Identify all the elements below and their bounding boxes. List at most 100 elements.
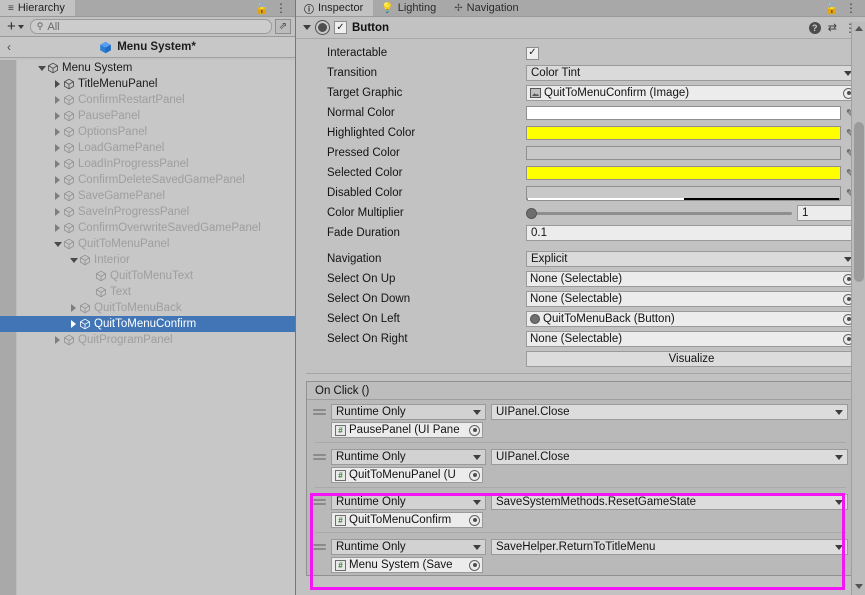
- event-mode-dropdown[interactable]: Runtime Only: [331, 449, 486, 465]
- color-multiplier-slider[interactable]: [526, 206, 792, 220]
- create-button[interactable]: +: [4, 19, 27, 35]
- event-object-field[interactable]: Menu System (Save: [331, 557, 483, 573]
- help-icon[interactable]: ?: [808, 21, 821, 34]
- hierarchy-item-loadinprogresspanel[interactable]: LoadInProgressPanel: [0, 156, 295, 172]
- expand-arrow-icon[interactable]: [55, 224, 60, 232]
- breadcrumb-back-button[interactable]: ‹: [7, 40, 11, 54]
- tab-navigation[interactable]: ✢ Navigation: [446, 0, 529, 16]
- event-mode-dropdown[interactable]: Runtime Only: [331, 494, 486, 510]
- hierarchy-item-quittomenupanel[interactable]: QuitToMenuPanel: [0, 236, 295, 252]
- event-function-dropdown[interactable]: SaveHelper.ReturnToTitleMenu: [491, 539, 848, 555]
- foldout-toggle[interactable]: [52, 336, 63, 344]
- drag-handle-icon[interactable]: [313, 544, 326, 550]
- hierarchy-item-interior[interactable]: Interior: [0, 252, 295, 268]
- foldout-toggle[interactable]: [52, 112, 63, 120]
- expand-arrow-icon[interactable]: [55, 336, 60, 344]
- object-picker-icon[interactable]: [469, 514, 480, 526]
- hierarchy-item-confirmdeletesavedgamepanel[interactable]: ConfirmDeleteSavedGamePanel: [0, 172, 295, 188]
- hierarchy-item-quittomenutext[interactable]: QuitToMenuText: [0, 268, 295, 284]
- expand-arrow-icon[interactable]: [55, 96, 60, 104]
- scroll-down-button[interactable]: [852, 580, 865, 593]
- target-graphic-object-field[interactable]: QuitToMenuConfirm (Image): [526, 85, 857, 101]
- hierarchy-item-pausepanel[interactable]: PausePanel: [0, 108, 295, 124]
- lock-open-icon[interactable]: 🔓: [255, 2, 269, 15]
- expand-arrow-icon[interactable]: [55, 112, 60, 120]
- hierarchy-item-loadgamepanel[interactable]: LoadGamePanel: [0, 140, 295, 156]
- expand-arrow-icon[interactable]: [55, 208, 60, 216]
- hierarchy-item-text[interactable]: Text: [0, 284, 295, 300]
- foldout-toggle[interactable]: [52, 192, 63, 200]
- expand-arrow-icon[interactable]: [55, 144, 60, 152]
- expand-arrow-icon[interactable]: [55, 160, 60, 168]
- foldout-toggle[interactable]: [68, 304, 79, 312]
- pressed-color-swatch[interactable]: [526, 146, 841, 160]
- hierarchy-item-savegamepanel[interactable]: SaveGamePanel: [0, 188, 295, 204]
- hierarchy-item-confirmrestartpanel[interactable]: ConfirmRestartPanel: [0, 92, 295, 108]
- kebab-menu-icon[interactable]: ⋮: [845, 2, 858, 14]
- open-in-new-icon[interactable]: ⇗: [275, 19, 291, 34]
- foldout-toggle[interactable]: [68, 257, 79, 263]
- event-function-dropdown[interactable]: SaveSystemMethods.ResetGameState: [491, 494, 848, 510]
- foldout-toggle[interactable]: [36, 65, 47, 71]
- foldout-toggle[interactable]: [52, 144, 63, 152]
- foldout-toggle[interactable]: [52, 160, 63, 168]
- kebab-menu-icon[interactable]: ⋮: [275, 2, 288, 14]
- expand-arrow-icon[interactable]: [55, 80, 60, 88]
- foldout-toggle[interactable]: [52, 176, 63, 184]
- collapse-arrow-icon[interactable]: [53, 241, 62, 247]
- selected-color-swatch[interactable]: [526, 166, 841, 180]
- tab-hierarchy[interactable]: ≡ Hierarchy: [0, 0, 75, 16]
- event-mode-dropdown[interactable]: Runtime Only: [331, 539, 486, 555]
- component-enabled-checkbox[interactable]: ✓: [334, 21, 347, 34]
- hierarchy-item-menu-system[interactable]: Menu System: [0, 60, 295, 76]
- hierarchy-item-quitprogrampanel[interactable]: QuitProgramPanel: [0, 332, 295, 348]
- select-on-right-object-field[interactable]: None (Selectable): [526, 331, 857, 347]
- chevron-down-icon[interactable]: [303, 25, 311, 30]
- event-object-field[interactable]: QuitToMenuPanel (U: [331, 467, 483, 483]
- event-object-field[interactable]: PausePanel (UI Pane: [331, 422, 483, 438]
- foldout-toggle[interactable]: [68, 320, 79, 328]
- expand-arrow-icon[interactable]: [71, 320, 76, 328]
- hierarchy-item-titlemenupanel[interactable]: TitleMenuPanel: [0, 76, 295, 92]
- disabled-color-swatch[interactable]: [526, 186, 841, 201]
- event-function-dropdown[interactable]: UIPanel.Close: [491, 449, 848, 465]
- tab-inspector[interactable]: ⓘ Inspector: [296, 0, 374, 16]
- event-function-dropdown[interactable]: UIPanel.Close: [491, 404, 848, 420]
- drag-handle-icon[interactable]: [313, 499, 326, 505]
- foldout-toggle[interactable]: [52, 128, 63, 136]
- collapse-arrow-icon[interactable]: [69, 257, 78, 263]
- drag-handle-icon[interactable]: [313, 454, 326, 460]
- preset-icon[interactable]: ⇄: [828, 21, 837, 34]
- hierarchy-item-optionspanel[interactable]: OptionsPanel: [0, 124, 295, 140]
- event-mode-dropdown[interactable]: Runtime Only: [331, 404, 486, 420]
- interactable-checkbox[interactable]: ✓: [526, 46, 539, 60]
- visualize-button[interactable]: Visualize: [526, 351, 857, 367]
- normal-color-swatch[interactable]: [526, 106, 841, 120]
- hierarchy-item-quittomenuconfirm[interactable]: QuitToMenuConfirm: [0, 316, 295, 332]
- navigation-dropdown[interactable]: Explicit: [526, 251, 857, 267]
- lock-open-icon[interactable]: 🔓: [825, 2, 839, 15]
- drag-handle-icon[interactable]: [313, 409, 326, 415]
- scroll-up-button[interactable]: [852, 22, 865, 35]
- transition-dropdown[interactable]: Color Tint: [526, 65, 857, 81]
- foldout-toggle[interactable]: [52, 241, 63, 247]
- expand-arrow-icon[interactable]: [55, 176, 60, 184]
- slider-knob[interactable]: [526, 207, 537, 219]
- foldout-toggle[interactable]: [52, 80, 63, 88]
- hierarchy-item-saveinprogresspanel[interactable]: SaveInProgressPanel: [0, 204, 295, 220]
- object-picker-icon[interactable]: [469, 559, 480, 571]
- inspector-scrollbar[interactable]: [851, 22, 865, 595]
- select-on-up-object-field[interactable]: None (Selectable): [526, 271, 857, 287]
- hierarchy-item-confirmoverwritesavedgamepanel[interactable]: ConfirmOverwriteSavedGamePanel: [0, 220, 295, 236]
- highlighted-color-swatch[interactable]: [526, 126, 841, 140]
- foldout-toggle[interactable]: [52, 208, 63, 216]
- expand-arrow-icon[interactable]: [55, 192, 60, 200]
- object-picker-icon[interactable]: [469, 424, 480, 436]
- hierarchy-item-quittomenuback[interactable]: QuitToMenuBack: [0, 300, 295, 316]
- tab-lighting[interactable]: 💡 Lighting: [373, 0, 447, 16]
- search-input[interactable]: ⚲ All: [29, 19, 272, 34]
- expand-arrow-icon[interactable]: [71, 304, 76, 312]
- fade-duration-input[interactable]: 0.1: [526, 225, 857, 241]
- foldout-toggle[interactable]: [52, 224, 63, 232]
- select-on-left-object-field[interactable]: QuitToMenuBack (Button): [526, 311, 857, 327]
